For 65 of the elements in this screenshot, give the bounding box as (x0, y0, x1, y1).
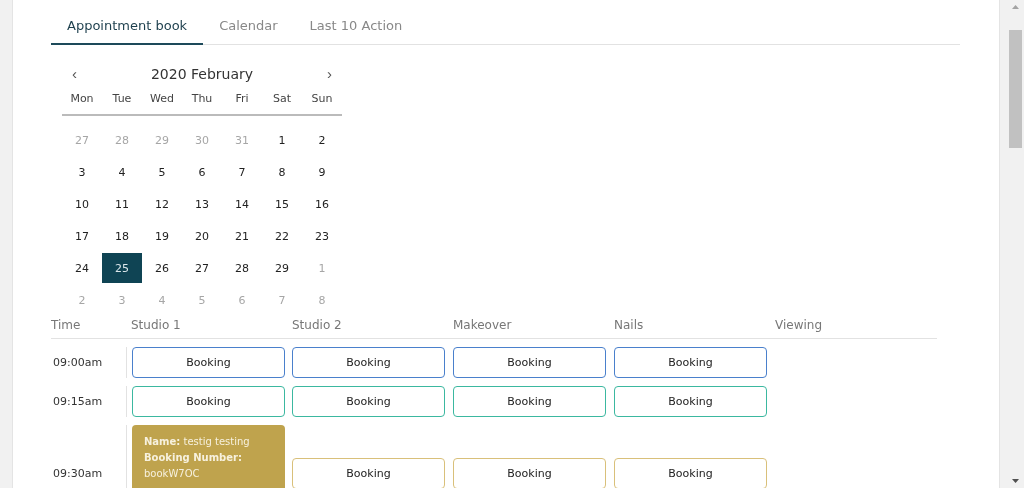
calendar-day[interactable]: 27 (182, 253, 222, 283)
calendar-day[interactable]: 10 (62, 189, 102, 219)
calendar-day[interactable]: 17 (62, 221, 102, 251)
time-label: 09:30am (52, 466, 104, 480)
month-title: 2020 February (150, 65, 254, 82)
calendar-day[interactable]: 2 (302, 125, 342, 155)
calendar-day[interactable]: 28 (222, 253, 262, 283)
appointment-detail: Booking Number: (144, 451, 243, 465)
appointment-detail: bookW7OC (144, 467, 201, 481)
calendar-day[interactable]: 12 (142, 189, 182, 219)
calendar-day[interactable]: 22 (262, 221, 302, 251)
calendar-day[interactable]: 11 (102, 189, 142, 219)
tab[interactable]: Last 10 Action (293, 12, 419, 45)
calendar-day[interactable]: 29 (262, 253, 302, 283)
calendar-day[interactable]: 23 (302, 221, 342, 251)
booking-button[interactable]: Booking (292, 386, 445, 417)
calendar-day[interactable]: 13 (182, 189, 222, 219)
booking-button[interactable]: Booking (292, 457, 445, 488)
weekday-label: Wed (149, 92, 175, 105)
calendar-day[interactable]: 1 (262, 125, 302, 155)
calendar-day[interactable]: 15 (262, 189, 302, 219)
calendar-day[interactable]: 18 (102, 221, 142, 251)
calendar-day[interactable]: 3 (62, 157, 102, 187)
calendar-day[interactable]: 7 (222, 157, 262, 187)
booking-button[interactable]: Booking (453, 386, 606, 417)
calendar-day[interactable]: 16 (302, 189, 342, 219)
appointment-detail: Name: testig testing (144, 435, 251, 449)
calendar-day[interactable]: 24 (62, 253, 102, 283)
booking-button[interactable]: Booking (132, 386, 285, 417)
calendar-day[interactable]: 14 (222, 189, 262, 219)
column-header: Studio 1 (131, 318, 182, 332)
calendar-day[interactable]: 9 (302, 157, 342, 187)
calendar-day[interactable]: 5 (142, 157, 182, 187)
previous-month-button[interactable]: ‹ (68, 65, 81, 82)
calendar-day[interactable]: 21 (222, 221, 262, 251)
weekday-label: Sun (310, 92, 334, 105)
column-header: Viewing (775, 318, 824, 332)
weekday-label: Thu (190, 92, 214, 105)
calendar-day[interactable]: 8 (262, 157, 302, 187)
calendar-day[interactable]: 20 (182, 221, 222, 251)
calendar-day[interactable]: 6 (182, 157, 222, 187)
booking-button[interactable]: Booking (614, 386, 767, 417)
booking-button[interactable]: Booking (453, 457, 606, 488)
calendar-day[interactable]: 19 (142, 221, 182, 251)
calendar-day[interactable]: 26 (142, 253, 182, 283)
column-header: Nails (614, 318, 645, 332)
column-header: Makeover (453, 318, 513, 332)
tab[interactable]: Appointment book (51, 12, 204, 45)
calendar-day[interactable]: 25 (102, 253, 142, 283)
next-month-button[interactable]: › (323, 65, 336, 82)
weekday-label: Mon (69, 92, 95, 105)
booking-button[interactable]: Booking (453, 347, 606, 378)
column-header: Studio 2 (292, 318, 343, 332)
booking-button[interactable]: Booking (132, 347, 285, 378)
column-header: Time (51, 318, 82, 332)
calendar-day[interactable]: 4 (102, 157, 142, 187)
booking-button[interactable]: Booking (292, 347, 445, 378)
time-label: 09:15am (52, 395, 104, 408)
weekday-label: Sat (271, 92, 292, 105)
time-label: 09:00am (52, 356, 104, 369)
tab[interactable]: Calendar (203, 12, 294, 45)
weekday-label: Fri (234, 92, 250, 105)
booking-button[interactable]: Booking (614, 347, 767, 378)
booking-button[interactable]: Booking (614, 457, 767, 488)
weekday-label: Tue (111, 92, 133, 105)
